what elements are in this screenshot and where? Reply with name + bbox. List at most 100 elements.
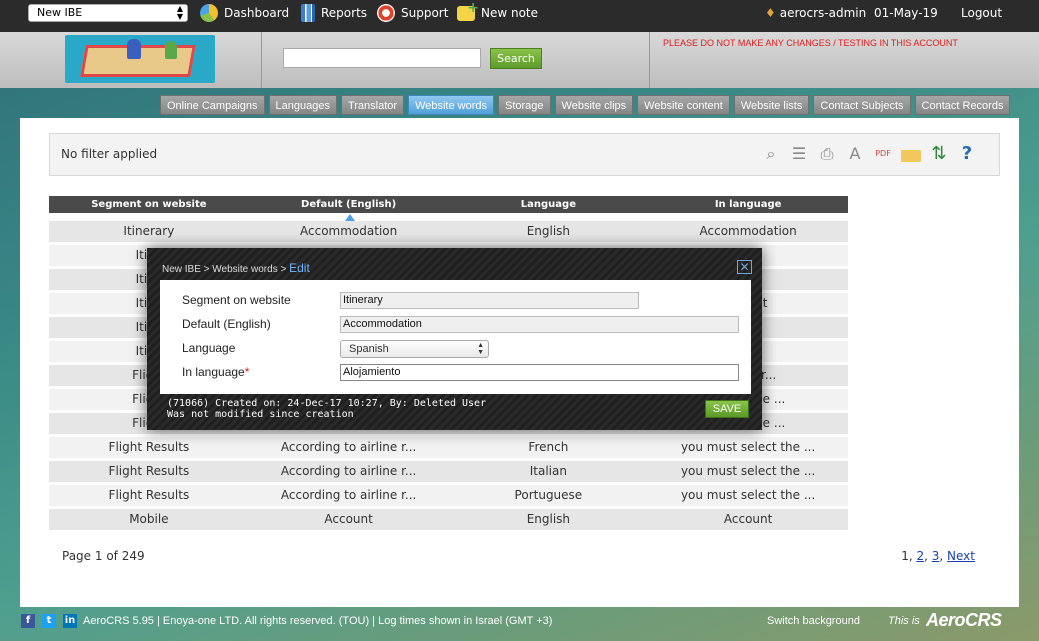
- table-cell: you must select the ...: [680, 464, 816, 478]
- table-header: Segment on website Default (English) Lan…: [49, 196, 848, 213]
- pdf-icon[interactable]: PDF: [873, 144, 893, 164]
- save-button[interactable]: SAVE: [705, 400, 749, 418]
- print-icon[interactable]: ⎙: [817, 144, 837, 164]
- tab-online-campaigns[interactable]: Online Campaigns: [160, 95, 265, 115]
- logo-figure-1: [127, 39, 141, 59]
- table-cell: Accommodation: [300, 224, 398, 238]
- table-cell: Italian: [529, 464, 567, 478]
- nav-reports[interactable]: Reports: [301, 4, 367, 22]
- table-row[interactable]: Flight Results According to airline r... F…: [49, 437, 848, 461]
- language-label: Language: [182, 341, 236, 355]
- tab-languages[interactable]: Languages: [268, 95, 337, 115]
- modal-breadcrumb-path: New IBE > Website words >: [162, 264, 290, 275]
- modal-breadcrumb: New IBE > Website words > Edit: [162, 261, 310, 275]
- switch-background-link[interactable]: Switch background: [767, 615, 860, 627]
- footer: f t in AeroCRS 5.95 | Enoya-one LTD. All…: [0, 608, 1039, 641]
- tab-website-words[interactable]: Website words: [408, 95, 494, 115]
- ibe-select[interactable]: New IBE ▲ ▼: [28, 4, 188, 22]
- header-divider: [261, 32, 262, 88]
- table-cell: Accommodation: [699, 224, 797, 238]
- table-row[interactable]: Flight Results According to airline r... I…: [49, 461, 848, 485]
- table-cell: Flight Results: [108, 464, 190, 478]
- tab-website-clips[interactable]: Website clips: [554, 95, 634, 115]
- nav-support-label: Support: [401, 6, 449, 20]
- filter-search-icon[interactable]: ⌕: [761, 144, 781, 164]
- lifebuoy-icon: [377, 4, 395, 22]
- table-cell: you must select the ...: [680, 488, 816, 502]
- top-bar: New IBE ▲▼ Dashboard Reports Support New…: [0, 0, 1039, 32]
- modal-form: Segment on website Itinerary Default (En…: [160, 280, 751, 394]
- select-arrows-icon: ▲ ▼: [477, 342, 484, 356]
- table-cell: Account: [723, 512, 773, 526]
- search-input[interactable]: [283, 48, 481, 68]
- tab-storage[interactable]: Storage: [498, 95, 551, 115]
- aerocrs-logo: AeroCRS: [926, 610, 1002, 630]
- col-default-english[interactable]: Default (English): [249, 196, 449, 213]
- font-icon[interactable]: A: [845, 144, 865, 164]
- email-icon[interactable]: [901, 150, 921, 162]
- export-icon[interactable]: ☰: [789, 144, 809, 164]
- table-cell: Flight Results: [108, 488, 190, 502]
- account-warning: PLEASE DO NOT MAKE ANY CHANGES / TESTING…: [663, 38, 958, 48]
- page-link-2[interactable]: 2: [916, 549, 924, 563]
- segment-field: Itinerary: [340, 292, 639, 309]
- company-logo[interactable]: [65, 35, 215, 83]
- header-band: Search PLEASE DO NOT MAKE ANY CHANGES / …: [0, 32, 1039, 88]
- ibe-select-value: New IBE: [37, 6, 83, 19]
- table-cell: you must select the ...: [680, 440, 816, 454]
- language-select[interactable]: Spanish ▲ ▼: [340, 340, 489, 358]
- tab-website-content[interactable]: Website content: [637, 95, 730, 115]
- nav-support[interactable]: Support: [377, 4, 448, 22]
- table-row[interactable]: Flight Results According to airline r... P…: [49, 485, 848, 509]
- page-current: 1,: [901, 549, 913, 563]
- header-divider: [649, 32, 650, 88]
- linkedin-icon[interactable]: in: [63, 614, 77, 628]
- user-menu[interactable]: ♦ aerocrs-admin: [765, 4, 866, 22]
- nav-new-note-label: New note: [481, 6, 539, 20]
- record-created-info: (71066) Created on: 24-Dec-17 10:27, By:…: [167, 398, 487, 409]
- table-cell: French: [528, 440, 569, 454]
- footer-copyright: AeroCRS 5.95 | Enoya-one LTD. All rights…: [83, 615, 553, 627]
- pagination: 1, 2, 3, Next: [901, 549, 975, 563]
- logo-figure-2: [165, 41, 177, 59]
- table-row[interactable]: Itinerary Accommodation English Accommodati…: [49, 221, 848, 245]
- refresh-icon[interactable]: ⇅: [929, 144, 949, 164]
- table-cell: According to airline r...: [280, 488, 417, 502]
- record-modified-info: Was not modified since creation: [167, 409, 354, 420]
- col-in-language[interactable]: In language: [648, 196, 848, 213]
- module-tabs: Online Campaigns Languages Translator We…: [160, 95, 1011, 115]
- table-cell: Account: [324, 512, 373, 526]
- edit-modal: New IBE > Website words > Edit ✕ Segment…: [147, 248, 762, 430]
- dashboard-icon: [200, 4, 218, 22]
- search-button[interactable]: Search: [490, 48, 542, 69]
- modal-breadcrumb-edit: Edit: [289, 261, 310, 275]
- in-language-input[interactable]: Alojamiento: [340, 364, 739, 381]
- twitter-icon[interactable]: t: [42, 614, 56, 628]
- toolbar-icons: ⌕ ☰ ⎙ A PDF ⇅ ?: [761, 144, 977, 164]
- table-cell: According to airline r...: [280, 440, 417, 454]
- segment-label: Segment on website: [182, 293, 291, 307]
- nav-dashboard[interactable]: Dashboard: [200, 4, 289, 22]
- page-next-link[interactable]: Next: [947, 549, 975, 563]
- table-cell: Flight Results: [108, 440, 190, 454]
- tab-website-lists[interactable]: Website lists: [733, 95, 810, 115]
- tab-contact-records[interactable]: Contact Records: [914, 95, 1011, 115]
- language-select-value: Spanish: [349, 343, 389, 355]
- page-link-3[interactable]: 3: [932, 549, 940, 563]
- user-icon: ♦: [765, 6, 776, 20]
- help-icon[interactable]: ?: [957, 144, 977, 164]
- tab-contact-subjects[interactable]: Contact Subjects: [813, 95, 911, 115]
- facebook-icon[interactable]: f: [21, 614, 35, 628]
- col-language[interactable]: Language: [449, 196, 649, 213]
- col-segment[interactable]: Segment on website: [49, 196, 249, 213]
- table-row[interactable]: Mobile Account English Account: [49, 509, 848, 533]
- table-cell: English: [526, 512, 571, 526]
- logout-link[interactable]: Logout: [961, 4, 1002, 22]
- select-arrows-icon: ▲ ▼: [176, 4, 183, 21]
- current-date: 01-May-19: [874, 6, 938, 20]
- nav-new-note[interactable]: New note: [457, 0, 539, 22]
- close-icon[interactable]: ✕: [737, 260, 752, 274]
- filter-bar: No filter applied ⌕ ☰ ⎙ A PDF ⇅ ?: [49, 133, 1000, 176]
- table-cell: Portuguese: [514, 488, 583, 502]
- tab-translator[interactable]: Translator: [340, 95, 405, 115]
